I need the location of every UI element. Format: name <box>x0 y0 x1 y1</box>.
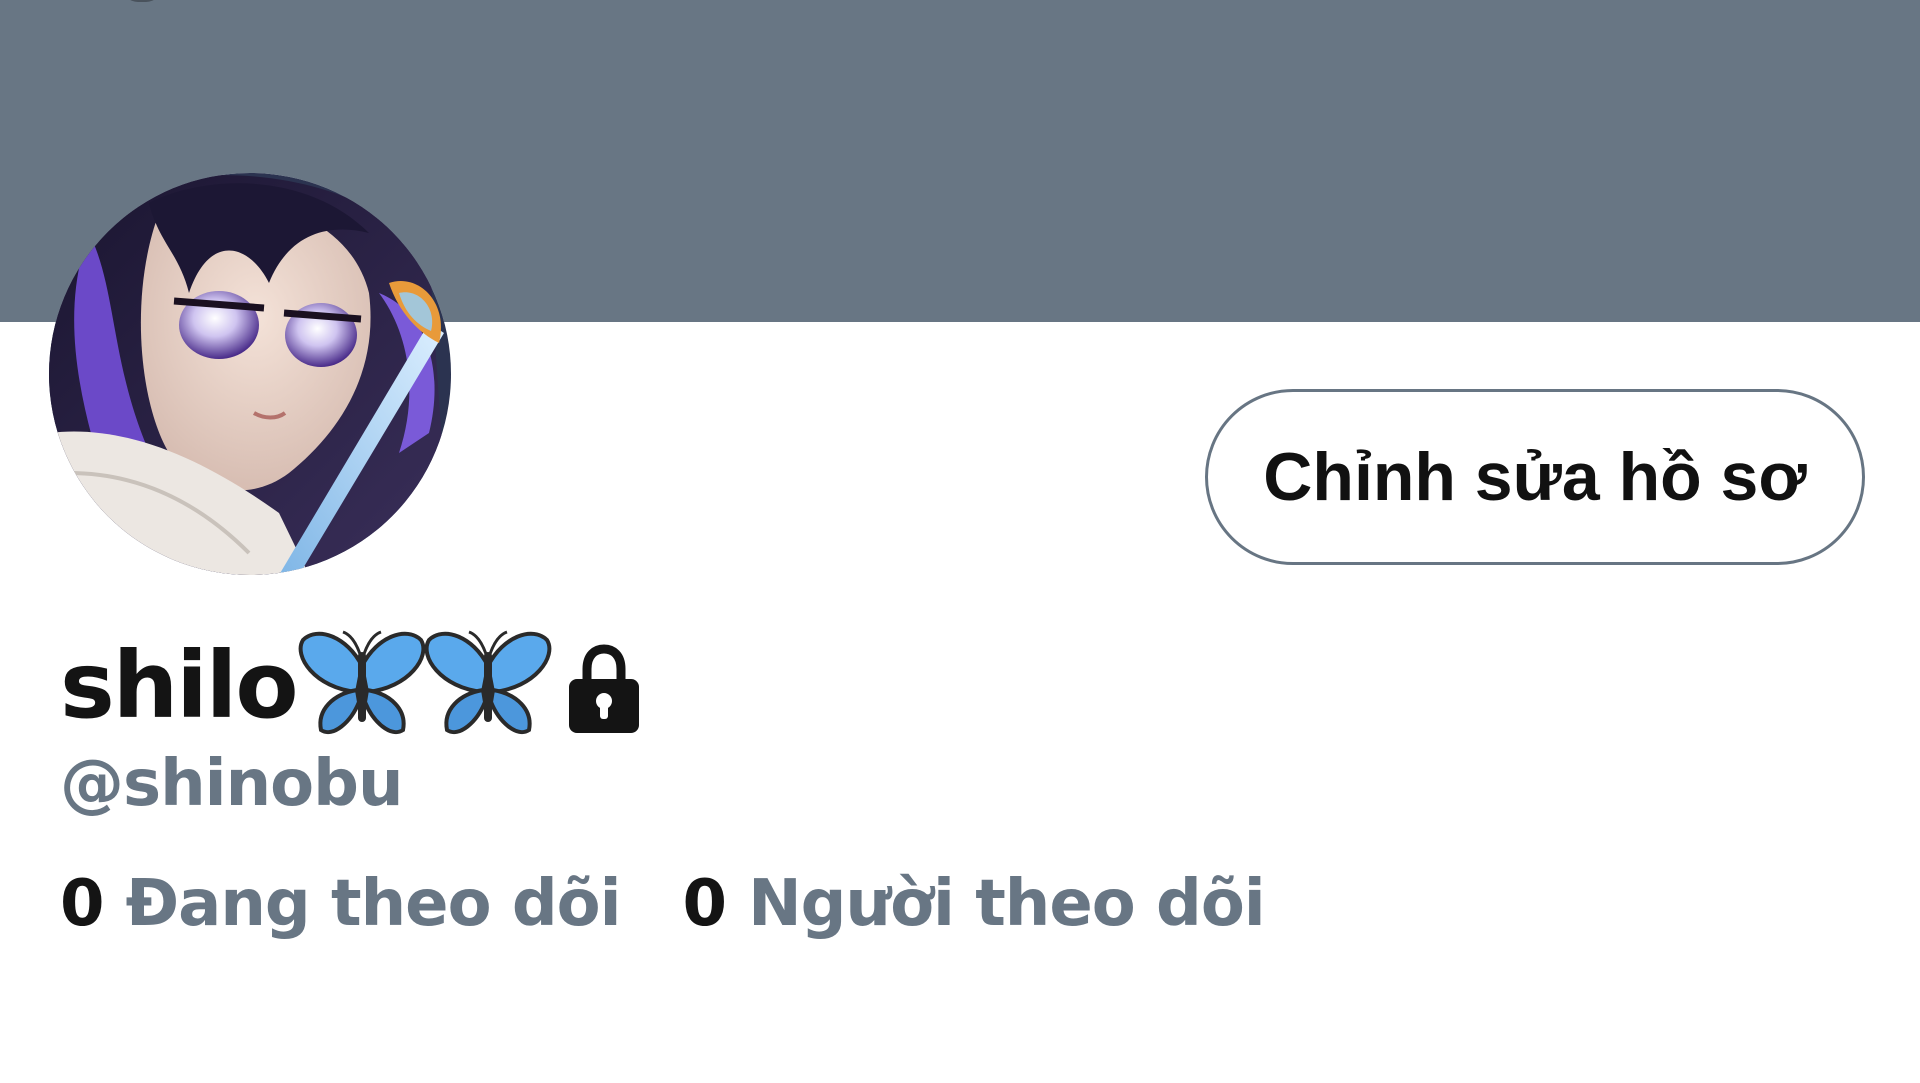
edit-profile-button[interactable]: Chỉnh sửa hồ sơ <box>1205 389 1865 565</box>
back-button-edge <box>122 0 162 2</box>
profile-page: Chỉnh sửa hồ sơ shilo @shinobu 0 Đang th… <box>0 0 1920 1083</box>
following-label: Đang theo dõi <box>125 867 622 941</box>
display-name-row: shilo <box>60 626 643 746</box>
avatar-image <box>49 173 451 575</box>
following-stat[interactable]: 0 Đang theo dõi <box>60 867 622 941</box>
followers-label: Người theo dõi <box>748 867 1266 941</box>
butterfly-icon <box>298 630 425 734</box>
followers-stat[interactable]: 0 Người theo dõi <box>682 867 1266 941</box>
butterfly-icon <box>424 630 551 734</box>
followers-count: 0 <box>682 867 728 941</box>
following-count: 0 <box>60 867 105 941</box>
avatar[interactable] <box>49 173 451 575</box>
username-handle: @shinobu <box>60 747 403 821</box>
lock-icon <box>568 644 639 733</box>
display-name: shilo <box>60 632 299 739</box>
follow-stats: 0 Đang theo dõi 0 Người theo dõi <box>60 867 1266 941</box>
